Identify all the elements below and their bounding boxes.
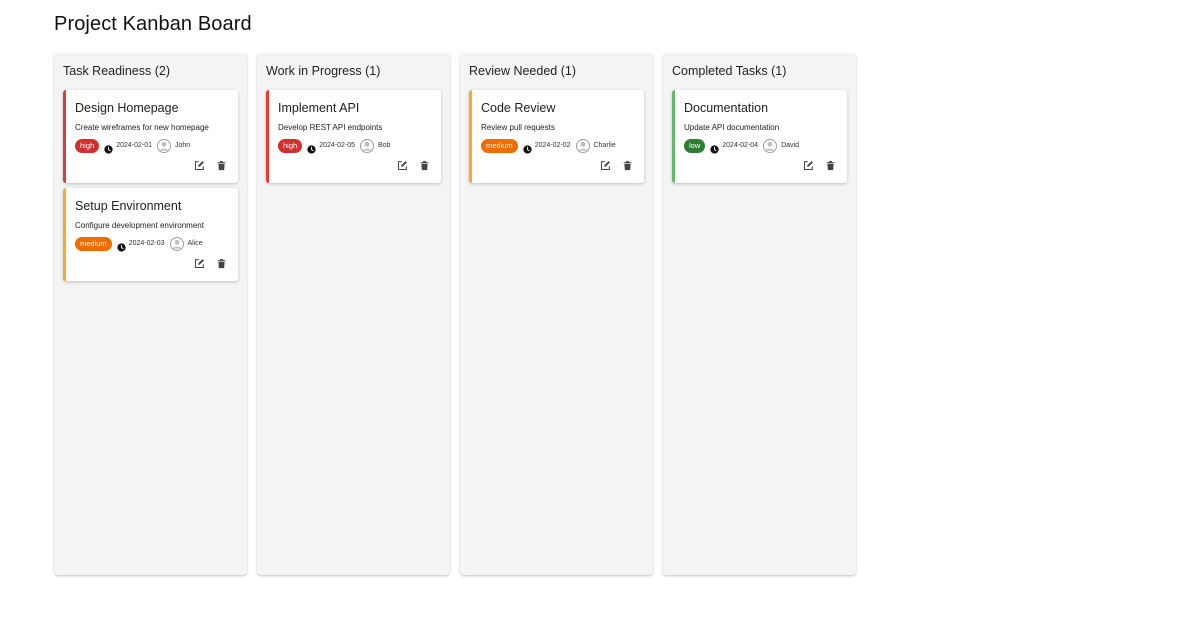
edit-icon [397, 160, 407, 170]
due-date: 2024-02-01 [116, 142, 152, 149]
trash-icon [217, 258, 225, 268]
trash-icon [623, 160, 631, 170]
page-title: Project Kanban Board [54, 13, 252, 35]
card-meta: medium 2024-02-02 Charlie [481, 138, 616, 154]
edit-button[interactable] [193, 159, 205, 171]
card-title: Code Review [481, 101, 556, 115]
trash-icon [420, 160, 428, 170]
trash-icon [826, 160, 834, 170]
edit-icon [803, 160, 813, 170]
edit-button[interactable] [193, 257, 205, 269]
edit-button[interactable] [599, 159, 611, 171]
column-task-readiness: Task Readiness (2) Design Homepage Creat… [54, 53, 247, 575]
due-date: 2024-02-05 [319, 142, 355, 149]
assignee-name: Bob [378, 142, 391, 149]
card-description: Create wireframes for new homepage [75, 123, 209, 132]
delete-button[interactable] [418, 159, 430, 171]
column-header: Completed Tasks (1) [672, 64, 787, 78]
card-description: Review pull requests [481, 123, 555, 132]
card-title: Documentation [684, 101, 769, 115]
task-card[interactable]: Documentation Update API documentation l… [672, 90, 847, 183]
delete-button[interactable] [621, 159, 633, 171]
due-date: 2024-02-04 [722, 142, 759, 149]
clock-icon [104, 141, 113, 154]
card-actions [396, 159, 430, 171]
card-meta: medium 2024-02-03 Alice [75, 236, 203, 252]
column-header: Task Readiness (2) [63, 64, 170, 78]
task-card[interactable]: Code Review Review pull requests medium … [469, 90, 644, 183]
task-card[interactable]: Setup Environment Configure development … [63, 188, 238, 281]
card-description: Configure development environment [75, 221, 204, 230]
card-description: Develop REST API endpoints [278, 123, 383, 132]
card-actions [193, 159, 227, 171]
column-header: Work in Progress (1) [266, 64, 381, 78]
delete-button[interactable] [824, 159, 836, 171]
card-actions [599, 159, 633, 171]
edit-icon [600, 160, 610, 170]
assignee-name: Alice [187, 240, 203, 247]
card-meta: high 2024-02-05 Bob [278, 138, 391, 154]
column-completed-tasks: Completed Tasks (1) Documentation Update… [663, 53, 856, 575]
assignee-name: John [175, 142, 191, 149]
card-meta: low 2024-02-04 David [684, 138, 799, 154]
priority-badge: medium [75, 236, 112, 251]
edit-icon [194, 258, 204, 268]
clock-icon [710, 141, 719, 154]
card-description: Update API documentation [684, 123, 780, 132]
avatar-icon [169, 236, 184, 251]
priority-badge: low [684, 138, 706, 153]
task-card[interactable]: Implement API Develop REST API endpoints… [266, 90, 441, 183]
assignee-name: Charlie [593, 142, 616, 149]
priority-badge: high [278, 138, 303, 153]
column-work-in-progress: Work in Progress (1) Implement API Devel… [257, 53, 450, 575]
column-header: Review Needed (1) [469, 64, 576, 78]
priority-badge: high [75, 138, 100, 153]
assignee-name: David [781, 142, 799, 149]
card-actions [193, 257, 227, 269]
avatar-icon [157, 138, 171, 153]
avatar-icon [360, 138, 374, 153]
avatar-icon [763, 138, 778, 153]
card-meta: high 2024-02-01 John [75, 138, 191, 154]
clock-icon [307, 141, 316, 154]
edit-button[interactable] [802, 159, 814, 171]
card-title: Setup Environment [75, 199, 182, 213]
clock-icon [523, 141, 532, 154]
due-date: 2024-02-02 [534, 142, 571, 149]
clock-icon [117, 239, 126, 252]
task-card[interactable]: Design Homepage Create wireframes for ne… [63, 90, 238, 183]
trash-icon [217, 160, 225, 170]
due-date: 2024-02-03 [128, 240, 165, 247]
avatar-icon [575, 138, 590, 153]
delete-button[interactable] [215, 257, 227, 269]
edit-icon [194, 160, 204, 170]
priority-badge: medium [481, 138, 518, 153]
card-title: Implement API [278, 101, 360, 115]
edit-button[interactable] [396, 159, 408, 171]
card-actions [802, 159, 836, 171]
delete-button[interactable] [215, 159, 227, 171]
card-title: Design Homepage [75, 101, 179, 115]
column-review-needed: Review Needed (1) Code Review Review pul… [460, 53, 653, 575]
